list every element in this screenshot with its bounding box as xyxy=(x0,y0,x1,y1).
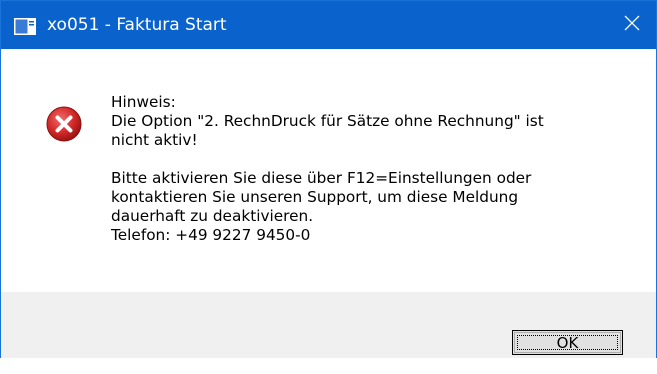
message-text: Hinweis: Die Option "2. RechnDruck für S… xyxy=(111,93,631,245)
ok-button-label: OK xyxy=(556,333,579,352)
ok-button[interactable]: OK xyxy=(512,330,623,355)
message-heading: Hinweis: xyxy=(111,93,176,111)
close-button[interactable] xyxy=(608,1,656,49)
window-title: xo051 - Faktura Start xyxy=(47,15,227,35)
close-icon xyxy=(624,15,640,35)
message-dialog: xo051 - Faktura Start Hinweis: Die Optio… xyxy=(0,0,657,358)
button-bar: OK xyxy=(1,292,656,358)
application-window-icon xyxy=(14,18,36,35)
message-line: dauerhaft zu deaktivieren. xyxy=(111,207,314,225)
message-line: kontaktieren Sie unseren Support, um die… xyxy=(111,188,519,206)
message-line: nicht aktiv! xyxy=(111,131,198,149)
message-line: Bitte aktivieren Sie diese über F12=Eins… xyxy=(111,169,532,187)
title-bar[interactable]: xo051 - Faktura Start xyxy=(1,1,656,49)
message-line: Die Option "2. RechnDruck für Sätze ohne… xyxy=(111,112,544,130)
dialog-content: Hinweis: Die Option "2. RechnDruck für S… xyxy=(1,49,656,291)
phone-line: Telefon: +49 9227 9450-0 xyxy=(111,226,311,244)
error-icon xyxy=(46,106,82,142)
